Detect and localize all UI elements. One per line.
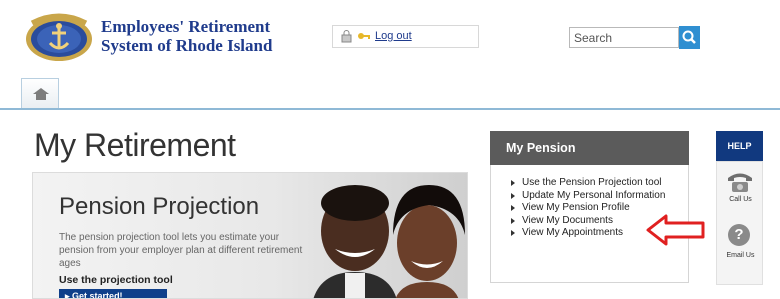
couple-photo: [313, 185, 465, 298]
call-us-link[interactable]: Call Us: [717, 196, 764, 203]
brand-name: Employees' Retirement System of Rhode Is…: [101, 17, 272, 55]
home-icon: [33, 88, 49, 100]
bullet-arrow-icon: [511, 192, 515, 199]
bullet-arrow-icon: [511, 205, 515, 211]
home-tab[interactable]: [21, 78, 59, 109]
bullet-arrow-icon: [511, 180, 515, 186]
annotation-arrow-icon: [646, 214, 705, 246]
key-icon: [358, 33, 370, 39]
pension-projection-banner: Pension Projection The pension projectio…: [32, 172, 468, 299]
pension-link-label: View My Appointments: [522, 227, 623, 238]
nav-divider: [0, 108, 780, 110]
play-arrow-icon: ▸: [65, 291, 70, 299]
projection-tool-link[interactable]: Use the projection tool: [59, 274, 173, 286]
search-input[interactable]: [569, 27, 679, 48]
search-icon: [682, 30, 696, 44]
pension-link-label: Use the Pension Projection tool: [522, 177, 662, 188]
brand-line-2: System of Rhode Island: [101, 36, 273, 55]
get-started-button[interactable]: ▸ Get started!: [59, 289, 167, 299]
lock-icon: [341, 30, 352, 43]
banner-description: The pension projection tool lets you est…: [59, 232, 303, 269]
anchor-seal-icon[interactable]: [24, 10, 94, 66]
my-pension-header: My Pension: [490, 131, 689, 165]
logout-link[interactable]: Log out: [375, 30, 412, 42]
logout-bar: Log out: [332, 25, 479, 48]
question-mark-icon[interactable]: ?: [728, 224, 750, 246]
banner-title: Pension Projection: [59, 193, 260, 220]
bullet-arrow-icon: [511, 230, 515, 236]
get-started-label: Get started!: [72, 291, 123, 299]
help-header: HELP: [716, 131, 763, 161]
pension-link-update-info[interactable]: Update My Personal Information: [511, 190, 683, 203]
pension-link-projection[interactable]: Use the Pension Projection tool: [511, 177, 683, 190]
bullet-arrow-icon: [511, 217, 515, 224]
phone-icon[interactable]: [725, 170, 755, 194]
pension-link-label: View My Documents: [522, 214, 613, 226]
help-panel: Call Us ? Email Us: [716, 161, 763, 285]
pension-link-label: View My Pension Profile: [522, 202, 630, 213]
brand-line-1: Employees' Retirement: [101, 17, 271, 36]
pension-link-label: Update My Personal Information: [522, 189, 666, 201]
page-title: My Retirement: [34, 127, 236, 163]
search-button[interactable]: [679, 26, 700, 49]
email-us-link[interactable]: Email Us: [717, 252, 764, 259]
